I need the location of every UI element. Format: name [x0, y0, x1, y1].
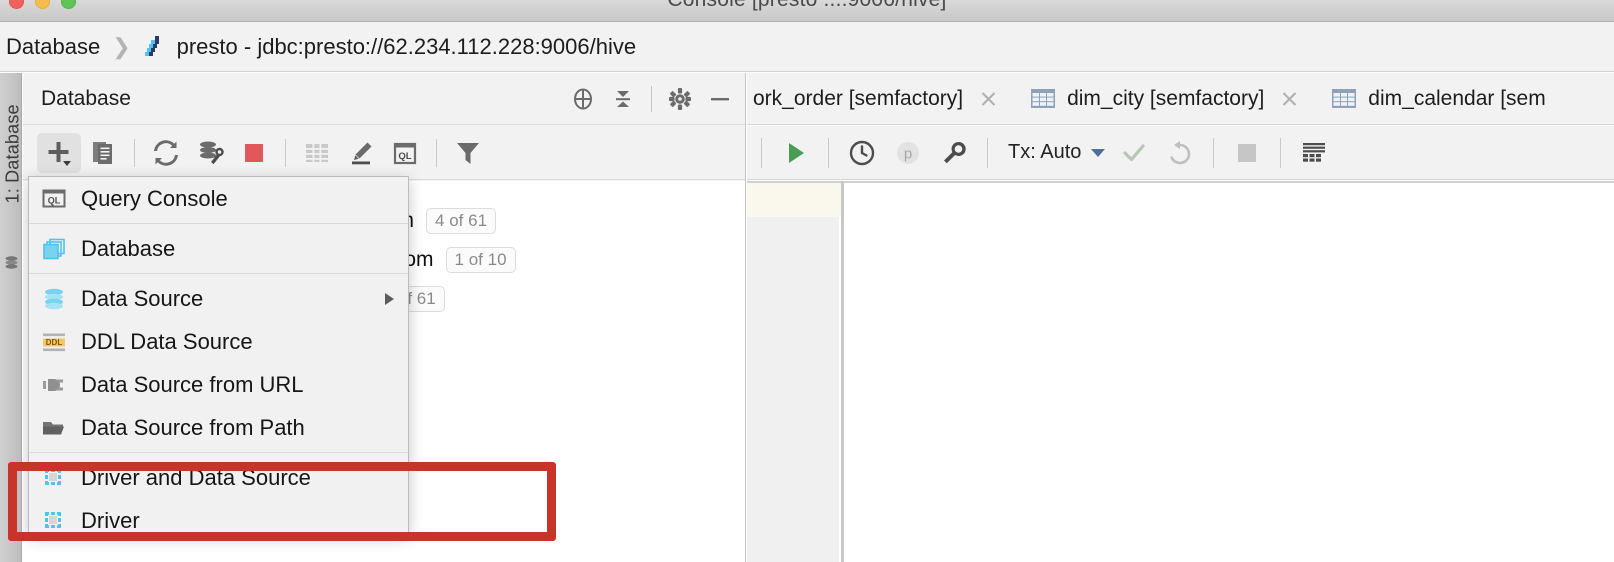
- duplicate-button[interactable]: [81, 133, 125, 173]
- breadcrumb-datasource[interactable]: presto - jdbc:presto://62.234.112.228:90…: [177, 34, 636, 60]
- synchronize-button[interactable]: [188, 133, 232, 173]
- window-title: Console [presto ....9006/hive]: [0, 0, 1614, 12]
- scroll-from-source-icon[interactable]: [563, 79, 603, 119]
- breadcrumb-separator-icon: ❯: [112, 33, 131, 59]
- database-icon: [3, 255, 20, 272]
- breadcrumb: Database ❯ presto - jdbc:presto://62.234…: [0, 22, 1614, 72]
- menu-divider: [29, 273, 408, 274]
- tab-dim-city[interactable]: dim_city [semfactory]: [1009, 73, 1310, 124]
- table-icon: [1332, 89, 1357, 108]
- editor-toolbar-divider-1: [828, 137, 829, 168]
- database-stack-icon: [41, 236, 67, 262]
- presto-icon: [141, 34, 167, 60]
- svg-text:QL: QL: [48, 195, 61, 205]
- app-window: Console [presto ....9006/hive] Database …: [0, 0, 1614, 562]
- editor-pane: ork_order [semfactory] dim_city [semfact…: [747, 73, 1614, 562]
- menu-item-label: Query Console: [81, 185, 228, 211]
- tool-window-header: Database: [23, 73, 745, 125]
- menu-item-query-console[interactable]: QL Query Console: [29, 177, 408, 220]
- commit-button: [1111, 132, 1157, 174]
- tab-label: ork_order [semfactory]: [753, 86, 964, 110]
- tx-mode-label[interactable]: Tx: Auto: [1008, 141, 1081, 164]
- menu-item-label: Driver and Data Source: [81, 464, 311, 490]
- output-button[interactable]: [1291, 132, 1337, 174]
- data-editor-button[interactable]: [295, 133, 339, 173]
- toolwindow-stripe: 1: Database: [0, 73, 22, 562]
- modify-button[interactable]: [339, 133, 383, 173]
- profile-button: p: [885, 132, 931, 174]
- chevron-down-icon[interactable]: [1091, 148, 1106, 157]
- driver-icon: [41, 508, 67, 534]
- menu-item-label: Database: [81, 235, 176, 261]
- run-button[interactable]: [772, 132, 818, 174]
- breadcrumb-root[interactable]: Database: [0, 34, 100, 60]
- tab-label: dim_calendar [sem: [1368, 86, 1546, 110]
- editor-tab-bar: ork_order [semfactory] dim_city [semfact…: [747, 73, 1614, 125]
- editor-toolbar: p Tx: Auto: [747, 126, 1614, 180]
- svg-text:QL: QL: [398, 151, 411, 162]
- add-dropdown-menu: QL Query Console Database Data Source DD…: [28, 176, 409, 534]
- database-toolbar: QL: [23, 126, 745, 180]
- menu-item-label: Driver: [81, 507, 140, 533]
- toolbar-divider-3: [436, 138, 437, 167]
- collapse-all-icon[interactable]: [603, 79, 643, 119]
- stop-button: [1224, 132, 1270, 174]
- menu-divider: [29, 452, 408, 453]
- tool-window-title: Database: [41, 86, 131, 110]
- menu-divider: [29, 223, 408, 224]
- query-console-button[interactable]: QL: [383, 133, 427, 173]
- svg-text:DDL: DDL: [46, 338, 63, 347]
- submenu-arrow-icon: [385, 292, 394, 305]
- editor-toolbar-divider-3: [1213, 137, 1215, 168]
- tab-label: dim_city [semfactory]: [1067, 86, 1265, 110]
- history-button[interactable]: [839, 132, 885, 174]
- driver-icon: [41, 465, 67, 491]
- editor-toolbar-divider-0: [761, 137, 762, 168]
- window-titlebar: Console [presto ....9006/hive]: [0, 0, 1614, 22]
- menu-item-label: Data Source from URL: [81, 371, 304, 397]
- menu-item-label: Data Source from Path: [81, 414, 305, 440]
- stop-button[interactable]: [232, 133, 276, 173]
- toolbar-divider: [134, 138, 135, 167]
- add-button[interactable]: [37, 132, 81, 173]
- tab-work-order[interactable]: ork_order [semfactory]: [747, 73, 1009, 124]
- ddl-icon: DDL: [41, 329, 67, 355]
- svg-text:p: p: [904, 145, 912, 162]
- stripe-item-database[interactable]: 1: Database: [3, 84, 22, 203]
- table-icon: [1031, 89, 1056, 108]
- status-badge: 4 of 61: [426, 207, 497, 234]
- status-badge: 1 of 10: [445, 246, 516, 273]
- database-tool-window: Database QL 4 of 61 1 of 10 1 of 61 QL Q…: [23, 73, 746, 562]
- tab-dim-calendar[interactable]: dim_calendar [sem: [1310, 73, 1551, 124]
- datasource-icon: [41, 286, 67, 312]
- close-icon[interactable]: [973, 84, 1003, 114]
- folder-icon: [41, 415, 67, 441]
- plug-icon: [41, 372, 67, 398]
- filter-button[interactable]: [446, 133, 490, 173]
- close-icon[interactable]: [1274, 84, 1304, 114]
- wrench-button[interactable]: [931, 132, 977, 174]
- editor-canvas[interactable]: [844, 183, 1614, 562]
- header-divider: [651, 86, 652, 112]
- editor-toolbar-divider-4: [1280, 137, 1282, 168]
- gear-icon[interactable]: [660, 79, 700, 119]
- editor-highlight-cell: [747, 183, 846, 217]
- ql-icon: QL: [41, 186, 67, 212]
- menu-item-data-source-from-url[interactable]: Data Source from URL: [29, 363, 408, 406]
- menu-item-driver[interactable]: Driver: [29, 499, 408, 534]
- menu-item-data-source[interactable]: Data Source: [29, 277, 408, 320]
- menu-item-ddl-data-source[interactable]: DDL DDL Data Source: [29, 320, 408, 363]
- editor-toolbar-divider-2: [987, 137, 988, 168]
- menu-item-label: DDL Data Source: [81, 328, 253, 354]
- menu-item-database[interactable]: Database: [29, 227, 408, 270]
- editor-gutter-column: [747, 183, 839, 562]
- menu-item-label: Data Source: [81, 285, 204, 311]
- rollback-button: [1157, 132, 1203, 174]
- menu-item-data-source-from-path[interactable]: Data Source from Path: [29, 406, 408, 449]
- hide-icon[interactable]: [700, 79, 740, 119]
- refresh-button[interactable]: [144, 133, 188, 173]
- menu-item-driver-and-data-source[interactable]: Driver and Data Source: [29, 456, 408, 499]
- toolbar-divider-2: [285, 138, 286, 167]
